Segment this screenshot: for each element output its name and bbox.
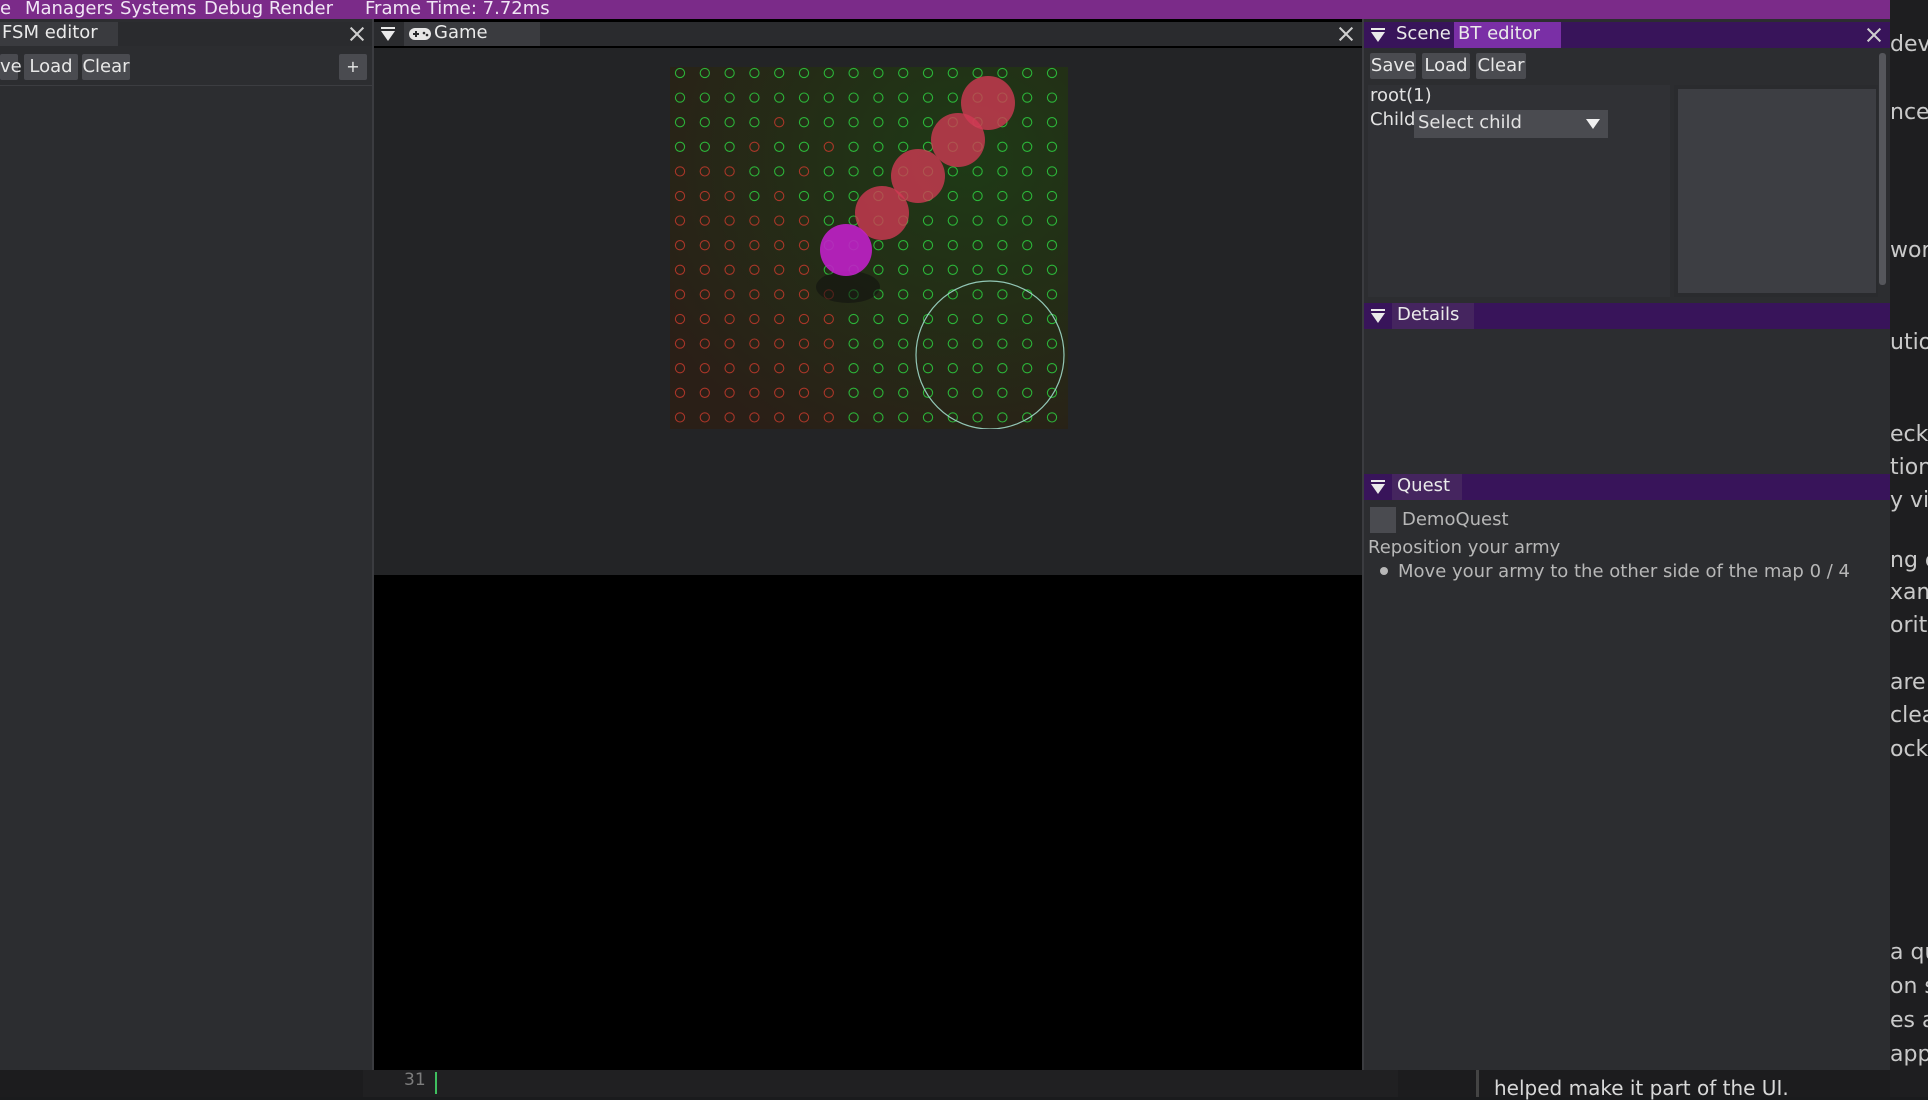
bt-tabbar: Scene BT editor: [1364, 22, 1890, 48]
menu-managers[interactable]: Managers: [25, 0, 113, 19]
game-viewport[interactable]: [374, 48, 1362, 575]
menu-line-icon: [1371, 28, 1385, 30]
doc-fragment: are t: [1890, 670, 1928, 695]
menu-file[interactable]: e: [0, 0, 11, 19]
doc-fragment: clea: [1890, 703, 1928, 728]
fsm-title: FSM editor: [2, 22, 98, 43]
fsm-toolbar: ve Load Clear +: [0, 51, 372, 85]
fsm-editor-panel: FSM editor ve Load Clear +: [0, 19, 372, 1070]
game-title: Game: [434, 22, 488, 43]
quest-checkbox[interactable]: [1370, 507, 1396, 533]
doc-snippet: helped make it part of the UI.: [1494, 1076, 1789, 1100]
doc-fragment: xamp: [1890, 580, 1928, 605]
doc-fragment: ock.: [1890, 737, 1928, 762]
bt-child-label: Child: [1370, 109, 1416, 130]
clear-button[interactable]: Clear: [1476, 53, 1526, 79]
right-column: Scene BT editor Save Load Clear root(1) …: [1364, 19, 1890, 1070]
collapse-icon[interactable]: [1371, 32, 1385, 42]
save-button[interactable]: Save: [1370, 53, 1416, 79]
game-tabbar: Game: [374, 22, 1362, 46]
doc-fragment: ncep: [1890, 100, 1928, 125]
close-icon[interactable]: [347, 24, 367, 44]
quest-header: Quest: [1364, 474, 1890, 500]
doc-fragment: tions: [1890, 455, 1928, 480]
quest-objective: Move your army to the other side of the …: [1398, 561, 1850, 582]
doc-fragment: orithi: [1890, 613, 1928, 638]
bt-side-area: [1674, 85, 1878, 297]
clear-button[interactable]: Clear: [82, 54, 130, 80]
selected-unit[interactable]: [820, 224, 872, 276]
tab-scene[interactable]: Scene: [1396, 23, 1451, 44]
menu-debug-render[interactable]: Debug Render: [204, 0, 333, 19]
load-button[interactable]: Load: [1422, 53, 1470, 79]
close-icon[interactable]: [1336, 24, 1356, 44]
bt-preview: [1678, 89, 1876, 293]
menu-line-icon: [381, 27, 395, 29]
doc-fragment: work: [1890, 238, 1928, 263]
editor-strip: [363, 1070, 1398, 1097]
game-panel: Game: [374, 19, 1362, 1070]
bullet-icon: [1380, 567, 1388, 575]
background-document: deve ncep work utio ecke tions y visi ng…: [1890, 0, 1928, 1097]
details-title: Details: [1397, 304, 1460, 325]
quest-name: DemoQuest: [1402, 509, 1509, 530]
child-select[interactable]: Select child: [1414, 110, 1608, 138]
bottom-strip: 31 helped make it part of the UI.: [0, 1070, 1890, 1100]
divider: [0, 85, 372, 86]
doc-fragment: a qu: [1890, 940, 1928, 965]
scrollbar[interactable]: [1879, 53, 1886, 285]
collapse-icon[interactable]: [1371, 313, 1385, 323]
doc-fragment: on s: [1890, 974, 1928, 999]
line-number: 31: [404, 1070, 426, 1090]
bt-editor-title: BT editor: [1458, 23, 1541, 44]
load-button[interactable]: Load: [24, 54, 78, 80]
doc-fragment: deve: [1890, 32, 1928, 57]
doc-fragment: y visi: [1890, 488, 1928, 513]
chevron-down-icon: [1586, 119, 1600, 129]
doc-fragment: utio: [1890, 330, 1928, 355]
doc-fragment: app: [1890, 1042, 1928, 1067]
menu-line-icon: [1371, 480, 1385, 482]
game-map[interactable]: [670, 67, 1068, 429]
close-icon[interactable]: [1864, 25, 1884, 45]
army-unit[interactable]: [931, 113, 985, 167]
quest-description: Reposition your army: [1368, 537, 1561, 558]
bt-root-label[interactable]: root(1): [1370, 85, 1432, 106]
menu-systems[interactable]: Systems: [120, 0, 197, 19]
bt-tree-area: root(1) Child Select child: [1368, 85, 1670, 297]
doc-fragment: es ar: [1890, 1008, 1928, 1033]
menu-line-icon: [1371, 309, 1385, 311]
child-select-value: Select child: [1418, 112, 1522, 133]
collapse-icon[interactable]: [1371, 484, 1385, 494]
details-header: Details: [1364, 303, 1890, 329]
text-cursor: [435, 1072, 437, 1094]
frame-time: Frame Time: 7.72ms: [365, 0, 550, 19]
fsm-tabbar: FSM editor: [0, 22, 372, 46]
quest-title: Quest: [1397, 475, 1451, 496]
doc-fragment: ecke: [1890, 422, 1928, 447]
add-button[interactable]: +: [339, 54, 367, 80]
menu-bar: e Managers Systems Debug Render Frame Ti…: [0, 0, 1928, 19]
save-button[interactable]: ve: [0, 54, 22, 80]
collapse-icon[interactable]: [381, 31, 395, 41]
quote-bar: [1476, 1070, 1479, 1097]
gamepad-icon: [409, 28, 431, 40]
doc-fragment: ng e: [1890, 548, 1928, 573]
